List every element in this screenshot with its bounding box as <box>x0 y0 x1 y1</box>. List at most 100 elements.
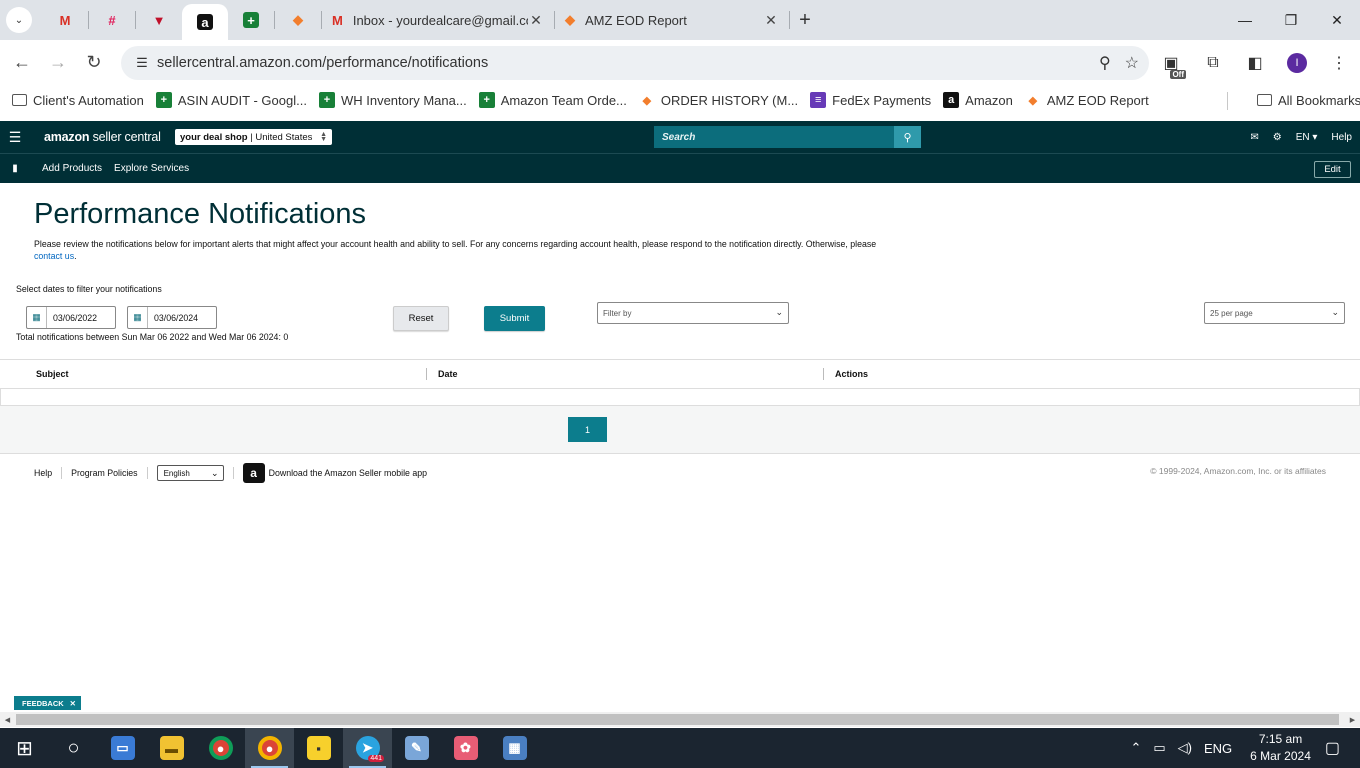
new-tab-plus-icon[interactable]: + <box>790 9 820 32</box>
search-icon[interactable]: ○ <box>49 728 98 768</box>
bookmark-clients-automation[interactable]: Client's Automation <box>12 93 144 108</box>
forward-arrow-icon[interactable]: → <box>40 45 76 81</box>
bookmark-wh-inventory[interactable]: + WH Inventory Mana... <box>318 92 467 108</box>
date-from-input[interactable]: ▦ 03/06/2022 <box>26 306 116 329</box>
search-icon[interactable]: ⚲ <box>894 126 921 148</box>
tool-icon: ◆ <box>642 94 652 107</box>
bookmark-amazon[interactable]: a Amazon <box>943 92 1013 108</box>
gear-icon[interactable]: ⚙ <box>1273 132 1282 143</box>
scroll-right-icon[interactable]: ▶ <box>1345 712 1360 727</box>
nav-explore-services[interactable]: Explore Services <box>114 163 189 174</box>
bookmark-order-history[interactable]: ◆ ORDER HISTORY (M... <box>639 92 798 108</box>
sheets-icon: + <box>155 92 172 108</box>
download-app-link[interactable]: Download the Amazon Seller mobile app <box>269 468 427 478</box>
seller-search[interactable]: Search ⚲ <box>654 126 921 148</box>
close-icon[interactable]: ✕ <box>70 699 76 708</box>
tab-slack[interactable]: # <box>89 0 135 40</box>
footer-help-link[interactable]: Help <box>34 468 52 478</box>
edit-button[interactable]: Edit <box>1314 161 1351 178</box>
contact-us-link[interactable]: contact us <box>34 251 74 261</box>
program-policies-link[interactable]: Program Policies <box>71 468 138 478</box>
language-selector[interactable]: EN ▾ <box>1296 132 1318 143</box>
amazon-app-icon[interactable]: a <box>242 463 265 483</box>
chrome-profile-icon[interactable]: ● <box>245 728 294 768</box>
footer-language-select[interactable]: English ⌄ <box>156 465 224 481</box>
start-icon[interactable]: ⊞ <box>0 728 49 768</box>
hamburger-menu-icon[interactable]: ☰ <box>0 129 30 146</box>
column-separator <box>426 368 427 380</box>
nav-add-products[interactable]: Add Products <box>42 163 102 174</box>
paint-icon[interactable]: ✎ <box>392 728 441 768</box>
help-link[interactable]: Help <box>1331 132 1352 143</box>
tab-tool[interactable]: ◆ <box>275 0 321 40</box>
page-1-button[interactable]: 1 <box>568 417 607 442</box>
zoom-icon[interactable]: ⚲ <box>1099 53 1111 73</box>
bookmark-star-icon[interactable]: ☆ <box>1125 53 1139 73</box>
chevron-down-icon: ⌄ <box>1331 307 1339 317</box>
calendar-icon[interactable]: ▦ <box>128 307 148 328</box>
filter-by-select[interactable]: Filter by ⌄ <box>597 302 789 324</box>
mail-icon[interactable]: ✉ <box>1250 132 1258 143</box>
close-icon[interactable]: ✕ <box>528 12 544 29</box>
address-bar[interactable]: ☰ sellercentral.amazon.com/performance/n… <box>121 46 1149 80</box>
paint-3d-icon[interactable]: ✿ <box>441 728 490 768</box>
tab-amazon-active[interactable]: a <box>182 4 228 40</box>
chrome-icon[interactable]: ● <box>196 728 245 768</box>
tool-icon: ◆ <box>1028 94 1038 107</box>
url-text[interactable]: sellercentral.amazon.com/performance/not… <box>157 55 488 71</box>
reset-button[interactable]: Reset <box>393 306 449 331</box>
extension-off-icon[interactable]: ▣ Off <box>1150 53 1192 79</box>
browser-menu-icon[interactable]: ⋮ <box>1318 53 1360 73</box>
bookmark-amz-eod-report[interactable]: ◆ AMZ EOD Report <box>1025 92 1149 108</box>
tab-inbox[interactable]: M Inbox - yourdealcare@gmail.com ✕ <box>322 0 554 40</box>
calculator-icon[interactable]: ▦ <box>490 728 539 768</box>
column-subject[interactable]: Subject <box>36 369 69 379</box>
feedback-button[interactable]: FEEDBACK ✕ <box>14 696 81 710</box>
per-page-select[interactable]: 25 per page ⌄ <box>1204 302 1345 324</box>
scrollbar-thumb[interactable] <box>16 714 1339 725</box>
footer-language-value: English <box>163 468 190 478</box>
tab-gmail[interactable]: M <box>42 0 88 40</box>
store-selector[interactable]: your deal shop | United States ▲ ▼ <box>175 129 332 145</box>
all-bookmarks[interactable]: All Bookmarks <box>1257 85 1360 115</box>
calendar-icon[interactable]: ▦ <box>27 307 47 328</box>
bookmark-fedex-payments[interactable]: ≡ FedEx Payments <box>810 92 931 108</box>
column-separator <box>823 368 824 380</box>
reload-icon[interactable]: ↻ <box>76 45 112 81</box>
clock[interactable]: 7:15 am 6 Mar 2024 <box>1250 731 1311 765</box>
side-panel-icon[interactable]: ◧ <box>1234 53 1276 73</box>
date-to-input[interactable]: ▦ 03/06/2024 <box>127 306 217 329</box>
window-close-icon[interactable]: ✕ <box>1314 0 1360 40</box>
volume-icon[interactable]: ◁) <box>1178 740 1192 756</box>
column-actions[interactable]: Actions <box>835 369 868 379</box>
tab-sheets[interactable]: + <box>228 0 274 40</box>
scroll-left-icon[interactable]: ◀ <box>0 712 15 727</box>
restore-icon[interactable]: ❐ <box>1268 0 1314 40</box>
bookmark-flag-icon[interactable]: ▮ <box>0 163 30 174</box>
profile-button[interactable]: I <box>1276 52 1318 73</box>
seller-central-logo[interactable]: amazon seller central <box>44 130 161 144</box>
notifications-icon[interactable]: ▢ <box>1325 738 1340 758</box>
input-language[interactable]: ENG <box>1204 741 1232 756</box>
bookmark-asin-audit[interactable]: + ASIN AUDIT - Googl... <box>155 92 307 108</box>
submit-button[interactable]: Submit <box>484 306 545 331</box>
tab-search-chevron-icon[interactable]: ⌄ <box>6 7 32 33</box>
tab-title: Inbox - yourdealcare@gmail.com <box>352 12 528 28</box>
bookmark-amazon-team-orders[interactable]: + Amazon Team Orde... <box>478 92 627 108</box>
chevron-up-icon[interactable]: ⌃ <box>1130 740 1141 756</box>
site-info-icon[interactable]: ☰ <box>127 55 157 71</box>
extensions-puzzle-icon[interactable]: ⧉ <box>1192 54 1234 72</box>
column-date[interactable]: Date <box>438 369 458 379</box>
network-icon[interactable]: ▭ <box>1153 740 1165 756</box>
laptop-icon[interactable]: ▭ <box>98 728 147 768</box>
telegram-icon[interactable]: ➤ 441 <box>343 728 392 768</box>
tab-vpn[interactable]: ▼ <box>136 0 182 40</box>
sticky-notes-icon[interactable]: ▪ <box>294 728 343 768</box>
file-explorer-icon[interactable]: ▬ <box>147 728 196 768</box>
tab-amz-eod-report[interactable]: ◆ AMZ EOD Report ✕ <box>555 0 789 40</box>
search-input[interactable]: Search <box>654 126 894 148</box>
horizontal-scrollbar[interactable]: ◀ ▶ <box>0 712 1360 727</box>
close-icon[interactable]: ✕ <box>763 12 779 29</box>
back-arrow-icon[interactable]: ← <box>4 45 40 81</box>
minimize-icon[interactable]: — <box>1222 0 1268 40</box>
